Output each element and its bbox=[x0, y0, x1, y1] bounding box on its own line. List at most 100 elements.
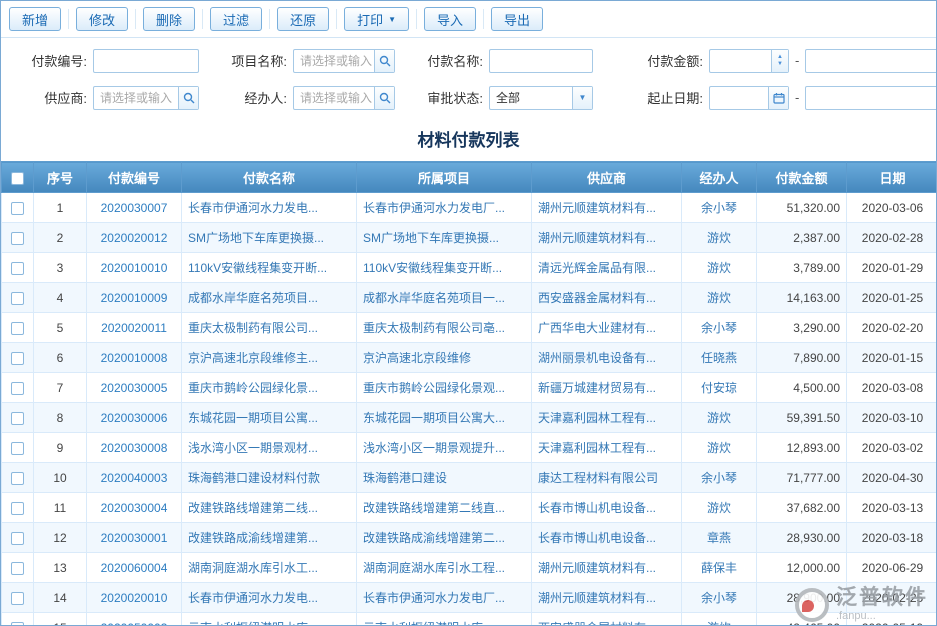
calendar-icon[interactable] bbox=[768, 87, 788, 109]
row-checkbox[interactable] bbox=[11, 502, 24, 515]
row-checkbox[interactable] bbox=[11, 322, 24, 335]
print-button[interactable]: 打印 ▼ bbox=[344, 7, 409, 31]
modify-button[interactable]: 修改 bbox=[76, 7, 128, 31]
search-icon[interactable] bbox=[374, 87, 394, 109]
cell-seq: 6 bbox=[34, 343, 87, 373]
payment-no-link[interactable]: 2020030006 bbox=[101, 411, 168, 425]
payment-no-link[interactable]: 2020020012 bbox=[101, 231, 168, 245]
table-row[interactable]: 15 2020050003 云南水利枢纽潜明水库... 云南水利枢纽潜明水库一.… bbox=[2, 613, 937, 626]
payment-no-link[interactable]: 2020030007 bbox=[101, 201, 168, 215]
cell-amount: 28,900.00 bbox=[757, 583, 847, 613]
table-row[interactable]: 9 2020030008 浅水湾小区一期景观材... 浅水湾小区一期景观提升..… bbox=[2, 433, 937, 463]
table-row[interactable]: 11 2020030004 改建铁路线增建第二线... 改建铁路线增建第二线直.… bbox=[2, 493, 937, 523]
col-header-seq: 序号 bbox=[34, 162, 87, 193]
table-row[interactable]: 10 2020040003 珠海鹤港口建设材料付款 珠海鹤港口建设 康达工程材料… bbox=[2, 463, 937, 493]
payment-no-link[interactable]: 2020010008 bbox=[101, 351, 168, 365]
table-row[interactable]: 13 2020060004 湖南洞庭湖水库引水工... 湖南洞庭湖水库引水工程.… bbox=[2, 553, 937, 583]
search-icon[interactable] bbox=[374, 50, 394, 72]
toolbar-divider bbox=[416, 9, 417, 29]
stepper-up-icon[interactable]: ▲ bbox=[777, 54, 783, 61]
select-all-checkbox[interactable] bbox=[11, 172, 24, 185]
payment-no-link[interactable]: 2020030005 bbox=[101, 381, 168, 395]
row-checkbox[interactable] bbox=[11, 562, 24, 575]
payment-no-link[interactable]: 2020050003 bbox=[101, 621, 168, 626]
import-button[interactable]: 导入 bbox=[424, 7, 476, 31]
chevron-down-icon[interactable]: ▼ bbox=[572, 87, 592, 109]
cell-project: 珠海鹤港口建设 bbox=[357, 463, 532, 493]
col-header-supplier: 供应商 bbox=[532, 162, 682, 193]
table-row[interactable]: 3 2020010010 110kV安徽线程集变开断... 110kV安徽线程集… bbox=[2, 253, 937, 283]
col-header-payment-no: 付款编号 bbox=[87, 162, 182, 193]
table-row[interactable]: 7 2020030005 重庆市鹅岭公园绿化景... 重庆市鹅岭公园绿化景观..… bbox=[2, 373, 937, 403]
toolbar-divider bbox=[202, 9, 203, 29]
export-button[interactable]: 导出 bbox=[491, 7, 543, 31]
payment-no-link[interactable]: 2020020010 bbox=[101, 591, 168, 605]
cell-handler: 薛保丰 bbox=[682, 553, 757, 583]
cell-payment-name: 湖南洞庭湖水库引水工... bbox=[182, 553, 357, 583]
delete-button[interactable]: 删除 bbox=[143, 7, 195, 31]
cell-payment-no: 2020030008 bbox=[87, 433, 182, 463]
payment-no-link[interactable]: 2020020011 bbox=[101, 321, 167, 335]
payment-no-filter-input[interactable] bbox=[93, 49, 199, 73]
toolbar-divider bbox=[68, 9, 69, 29]
amount-stepper[interactable]: ▲ ▼ bbox=[771, 50, 788, 72]
cell-seq: 3 bbox=[34, 253, 87, 283]
col-header-date: 日期 bbox=[847, 162, 937, 193]
table-body: 1 2020030007 长春市伊通河水力发电... 长春市伊通河水力发电厂..… bbox=[2, 193, 937, 626]
cell-amount: 14,163.00 bbox=[757, 283, 847, 313]
row-checkbox[interactable] bbox=[11, 442, 24, 455]
table-row[interactable]: 5 2020020011 重庆太极制药有限公司... 重庆太极制药有限公司亳..… bbox=[2, 313, 937, 343]
row-checkbox[interactable] bbox=[11, 592, 24, 605]
cell-date: 2020-01-29 bbox=[847, 253, 937, 283]
payment-no-link[interactable]: 2020040003 bbox=[101, 471, 168, 485]
date-to-input[interactable] bbox=[805, 86, 937, 110]
cell-project: 改建铁路成渝线增建第二... bbox=[357, 523, 532, 553]
row-checkbox[interactable] bbox=[11, 382, 24, 395]
table-row[interactable]: 12 2020030001 改建铁路成渝线增建第... 改建铁路成渝线增建第二.… bbox=[2, 523, 937, 553]
row-checkbox[interactable] bbox=[11, 352, 24, 365]
table-row[interactable]: 1 2020030007 长春市伊通河水力发电... 长春市伊通河水力发电厂..… bbox=[2, 193, 937, 223]
toolbar: 新增 修改 删除 过滤 还原 打印 ▼ 导入 导出 bbox=[1, 1, 936, 38]
payment-no-link[interactable]: 2020010010 bbox=[101, 261, 168, 275]
stepper-down-icon[interactable]: ▼ bbox=[777, 61, 783, 68]
cell-payment-name: 云南水利枢纽潜明水库... bbox=[182, 613, 357, 626]
search-icon[interactable] bbox=[178, 87, 198, 109]
payment-no-link[interactable]: 2020030001 bbox=[101, 531, 168, 545]
row-checkbox[interactable] bbox=[11, 622, 24, 626]
cell-project: SM广场地下车库更换摄... bbox=[357, 223, 532, 253]
amount-to-input[interactable] bbox=[805, 49, 937, 73]
filter-button[interactable]: 过滤 bbox=[210, 7, 262, 31]
table-row[interactable]: 6 2020010008 京沪高速北京段维修主... 京沪高速北京段维修 湖州丽… bbox=[2, 343, 937, 373]
material-payment-page: 新增 修改 删除 过滤 还原 打印 ▼ 导入 导出 付款编号: 项目名称: bbox=[0, 0, 937, 626]
row-checkbox[interactable] bbox=[11, 232, 24, 245]
cell-date: 2020-04-30 bbox=[847, 463, 937, 493]
cell-handler: 余小琴 bbox=[682, 463, 757, 493]
payment-no-link[interactable]: 2020030004 bbox=[101, 501, 168, 515]
new-button[interactable]: 新增 bbox=[9, 7, 61, 31]
payment-no-link[interactable]: 2020010009 bbox=[101, 291, 168, 305]
amount-range-separator: - bbox=[789, 53, 805, 68]
payment-no-link[interactable]: 2020060004 bbox=[101, 561, 168, 575]
table-row[interactable]: 4 2020010009 成都水岸华庭名苑项目... 成都水岸华庭名苑项目一..… bbox=[2, 283, 937, 313]
row-checkbox[interactable] bbox=[11, 472, 24, 485]
payment-no-link[interactable]: 2020030008 bbox=[101, 441, 168, 455]
cell-payment-name: 改建铁路成渝线增建第... bbox=[182, 523, 357, 553]
row-checkbox[interactable] bbox=[11, 262, 24, 275]
cell-amount: 51,320.00 bbox=[757, 193, 847, 223]
row-checkbox[interactable] bbox=[11, 412, 24, 425]
payment-no-filter-label: 付款编号: bbox=[9, 51, 93, 70]
row-checkbox-cell bbox=[2, 583, 34, 613]
cell-project: 云南水利枢纽潜明水库一... bbox=[357, 613, 532, 626]
row-checkbox[interactable] bbox=[11, 202, 24, 215]
cell-payment-name: 珠海鹤港口建设材料付款 bbox=[182, 463, 357, 493]
table-row[interactable]: 2 2020020012 SM广场地下车库更换摄... SM广场地下车库更换摄.… bbox=[2, 223, 937, 253]
table-row[interactable]: 14 2020020010 长春市伊通河水力发电... 长春市伊通河水力发电厂.… bbox=[2, 583, 937, 613]
payment-name-filter-input[interactable] bbox=[489, 49, 593, 73]
row-checkbox[interactable] bbox=[11, 532, 24, 545]
cell-seq: 1 bbox=[34, 193, 87, 223]
row-checkbox[interactable] bbox=[11, 292, 24, 305]
cell-date: 2020-01-25 bbox=[847, 283, 937, 313]
table-row[interactable]: 8 2020030006 东城花园一期项目公寓... 东城花园一期项目公寓大..… bbox=[2, 403, 937, 433]
restore-button[interactable]: 还原 bbox=[277, 7, 329, 31]
cell-seq: 14 bbox=[34, 583, 87, 613]
